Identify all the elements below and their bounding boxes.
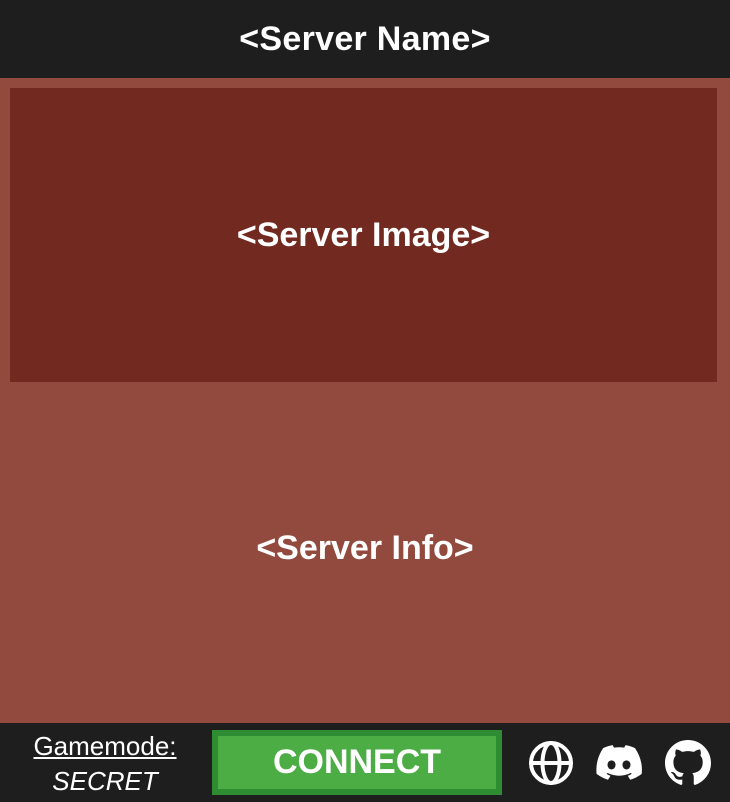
- server-info-label: <Server Info>: [256, 529, 474, 567]
- server-header: <Server Name>: [0, 0, 730, 78]
- discord-icon[interactable]: [596, 740, 642, 786]
- server-image: <Server Image>: [10, 88, 717, 382]
- server-card: <Server Name> <Server Image> <Server Inf…: [0, 0, 730, 802]
- gamemode-label: Gamemode:: [33, 731, 177, 761]
- server-footer: Gamemode: SECRET CONNECT: [0, 723, 730, 802]
- server-name-title: <Server Name>: [239, 19, 491, 58]
- gamemode-block: Gamemode: SECRET: [14, 729, 196, 799]
- github-icon[interactable]: [665, 740, 711, 786]
- gamemode-value: SECRET: [52, 766, 158, 796]
- server-body: <Server Image> <Server Info>: [0, 78, 730, 723]
- server-image-label: <Server Image>: [236, 215, 491, 254]
- server-info: <Server Info>: [0, 382, 730, 723]
- connect-button[interactable]: CONNECT: [212, 730, 502, 795]
- globe-icon[interactable]: [528, 740, 574, 786]
